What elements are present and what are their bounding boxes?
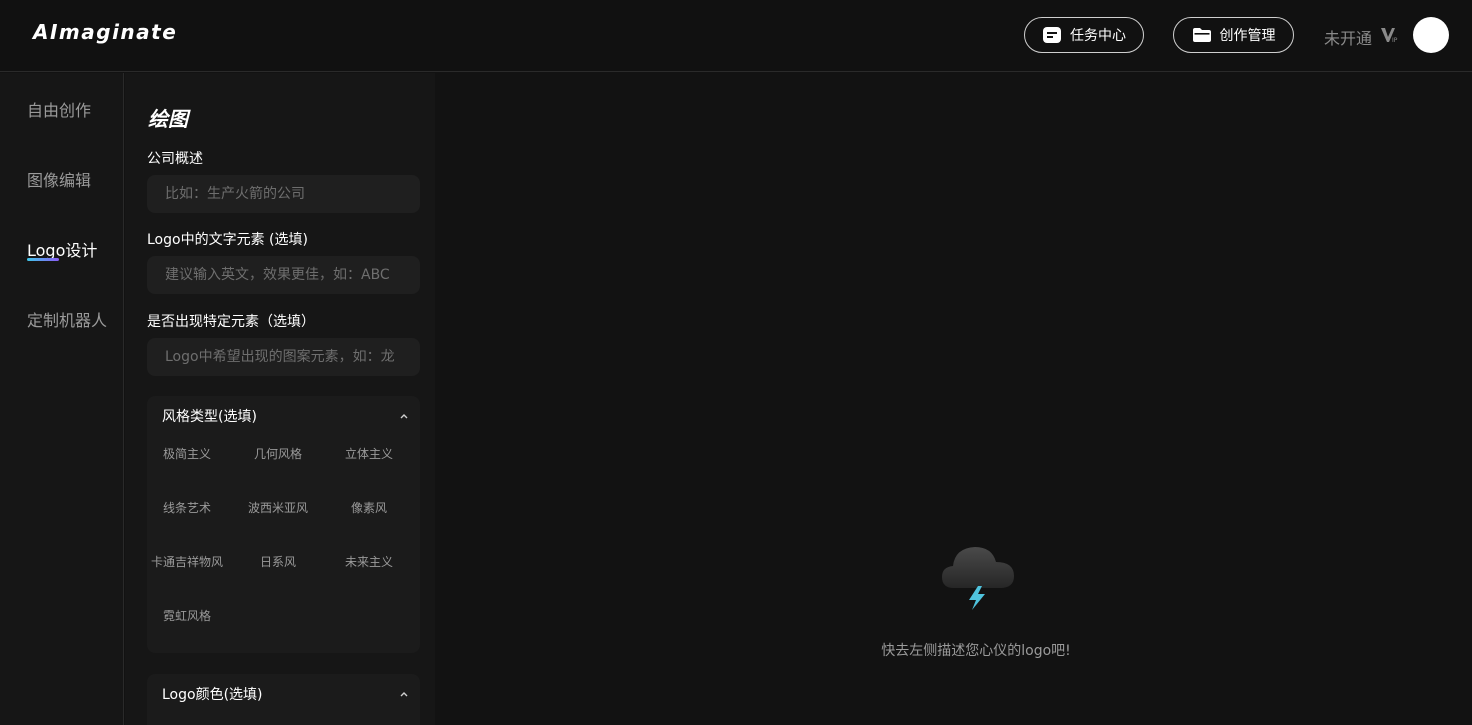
style-option[interactable]: 未来主义	[324, 553, 414, 570]
logo-form-panel: 绘图 公司概述 Logo中的文字元素 (选填) 是否出现特定元素（选填） 风格类…	[125, 73, 435, 725]
left-nav: 自由创作 图像编辑 Logo设计 定制机器人	[0, 73, 124, 725]
empty-state-text: 快去左侧描述您心仪的logo吧!	[881, 643, 1071, 659]
vip-status-text[interactable]: 未开通	[1324, 25, 1372, 49]
style-option[interactable]: 日系风	[233, 553, 323, 570]
color-section: Logo颜色(选填)	[147, 674, 420, 725]
style-option[interactable]: 霓虹风格	[142, 607, 232, 624]
company-input[interactable]	[147, 175, 420, 213]
style-option[interactable]: 像素风	[324, 499, 414, 516]
company-label: 公司概述	[147, 151, 203, 167]
style-option[interactable]: 几何风格	[233, 445, 323, 462]
task-list-icon	[1043, 27, 1061, 43]
nav-item-image-edit[interactable]: 图像编辑	[27, 167, 91, 191]
vip-badge-icon: IP	[1381, 28, 1398, 44]
style-section-title[interactable]: 风格类型(选填)	[162, 406, 257, 426]
text-element-label: Logo中的文字元素 (选填)	[147, 232, 308, 248]
style-option[interactable]: 线条艺术	[142, 499, 232, 516]
style-option[interactable]: 立体主义	[324, 445, 414, 462]
folder-icon	[1192, 28, 1211, 42]
color-section-title[interactable]: Logo颜色(选填)	[162, 684, 263, 704]
top-bar: AImaginate 任务中心 创作管理 未开通 IP	[0, 0, 1472, 72]
chevron-up-icon[interactable]	[398, 410, 410, 422]
style-section: 风格类型(选填) 极简主义 几何风格 立体主义 线条艺术 波西米亚风 像素风 卡…	[147, 396, 420, 653]
special-element-input[interactable]	[147, 338, 420, 376]
creation-manage-button[interactable]: 创作管理	[1173, 17, 1294, 53]
text-element-input[interactable]	[147, 256, 420, 294]
chevron-up-icon[interactable]	[398, 688, 410, 700]
style-option[interactable]: 波西米亚风	[233, 499, 323, 516]
task-center-label: 任务中心	[1070, 28, 1126, 44]
brand-logo[interactable]: AImaginate	[33, 20, 177, 44]
special-element-label: 是否出现特定元素（选填）	[147, 314, 315, 330]
creation-manage-label: 创作管理	[1219, 28, 1276, 44]
task-center-button[interactable]: 任务中心	[1024, 17, 1144, 53]
style-option[interactable]: 极简主义	[142, 445, 232, 462]
nav-item-custom-robot[interactable]: 定制机器人	[27, 307, 107, 331]
cloud-lightning-icon	[942, 547, 1014, 610]
panel-title: 绘图	[148, 107, 188, 131]
svg-text:IP: IP	[1392, 37, 1398, 44]
style-option[interactable]: 卡通吉祥物风	[142, 553, 232, 570]
user-avatar[interactable]	[1413, 17, 1449, 53]
nav-item-free-creation[interactable]: 自由创作	[27, 97, 91, 121]
nav-active-indicator	[27, 258, 59, 261]
